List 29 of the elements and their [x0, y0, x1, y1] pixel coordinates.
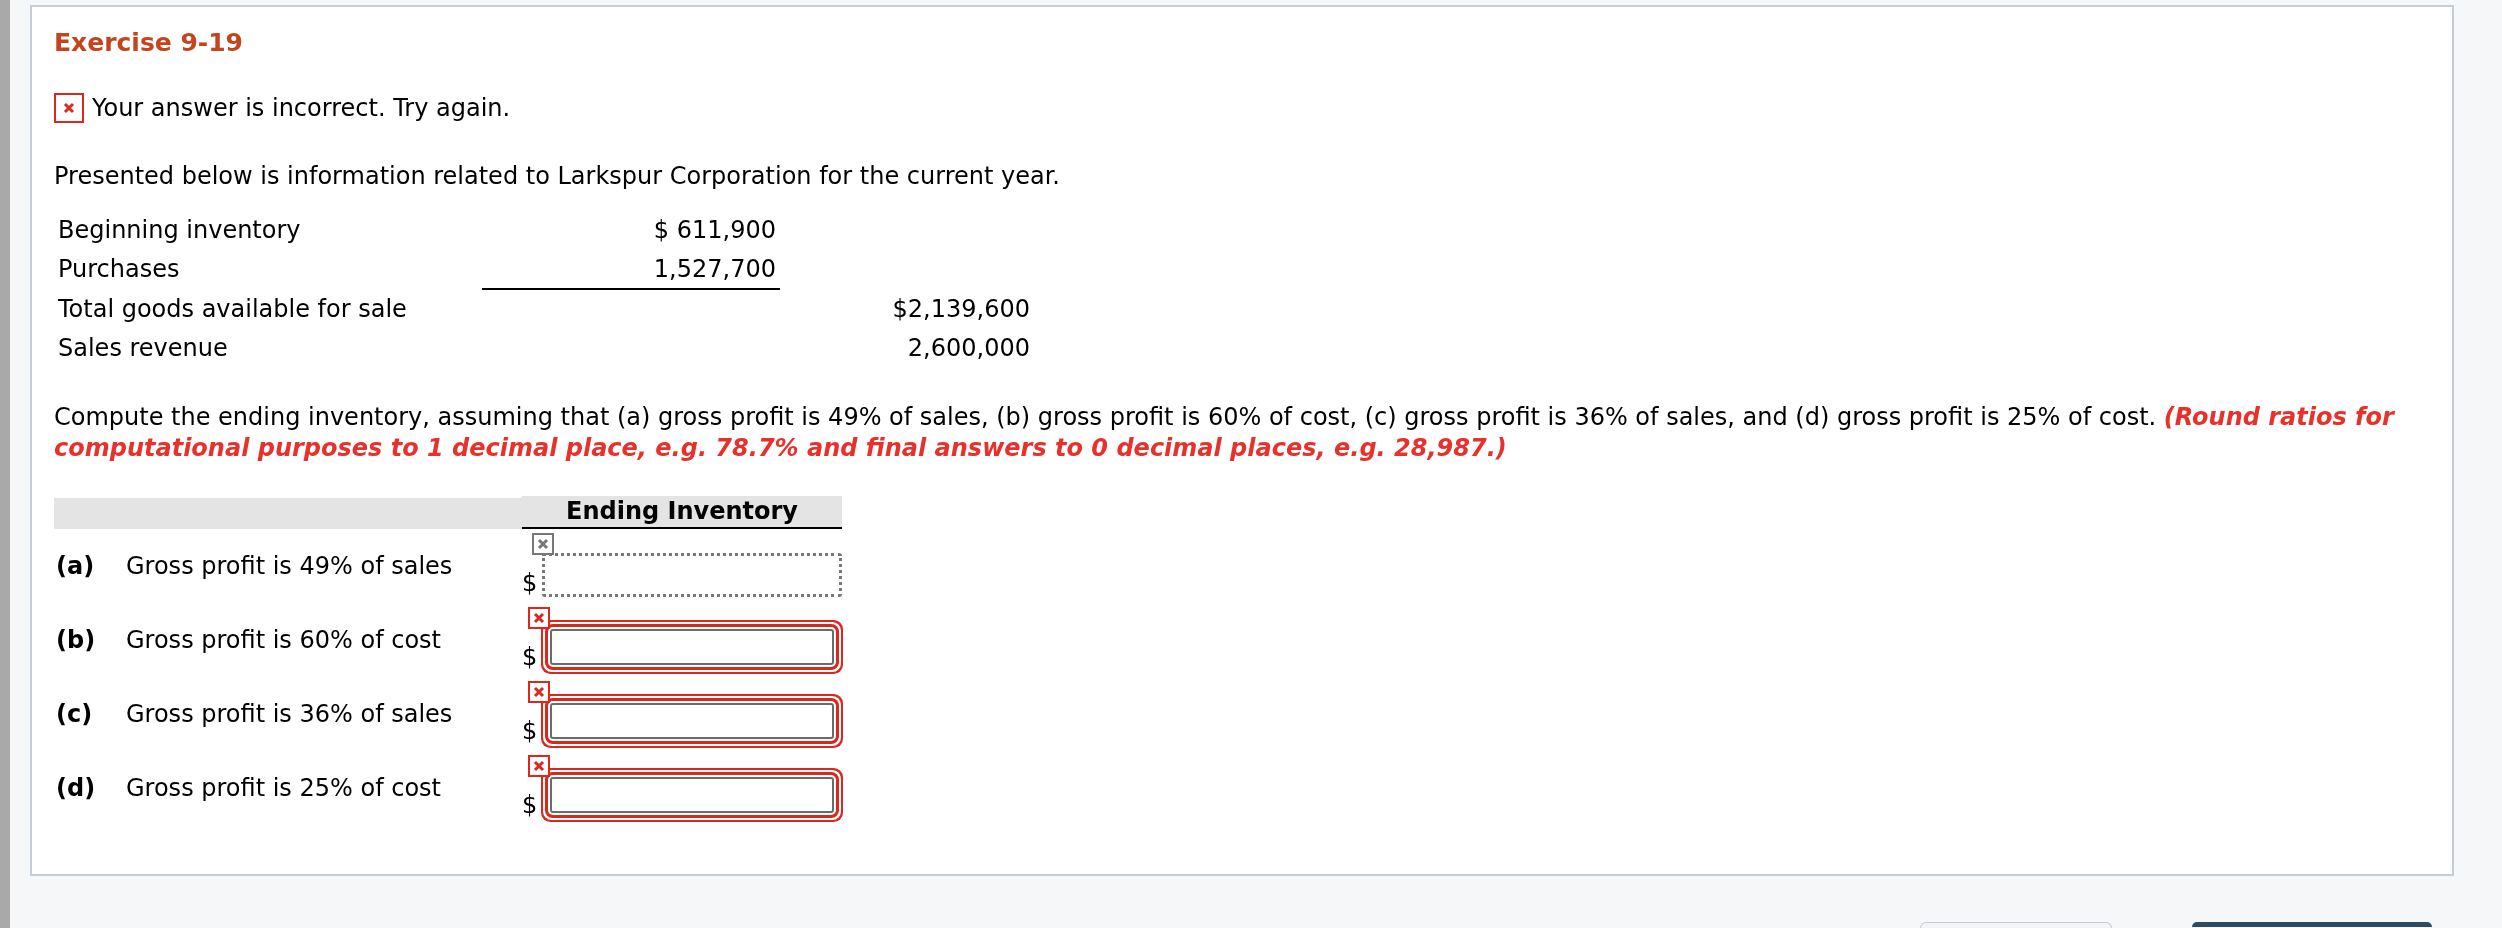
answer-field[interactable] [550, 777, 834, 813]
part-letter: (b) [55, 625, 97, 656]
row-label: Total goods available for sale [57, 294, 408, 325]
part-letter: (c) [55, 699, 94, 730]
currency-sign: $ [522, 793, 539, 817]
answer-field[interactable] [550, 629, 834, 665]
part-label: Gross profit is 36% of sales [125, 699, 454, 730]
amount: 2,600,000 [907, 333, 1030, 364]
amount: $2,139,600 [892, 294, 1030, 325]
amount: $ 611,900 [652, 215, 777, 246]
currency-sign: $ [522, 571, 539, 595]
exercise-title: Exercise 9-19 [54, 27, 244, 59]
part-label: Gross profit is 49% of sales [125, 551, 454, 582]
row-label: Beginning inventory [57, 215, 302, 246]
currency-sign: $ [522, 645, 539, 669]
row-label: Purchases [57, 254, 181, 285]
amount: 1,527,700 [482, 252, 780, 290]
answer-field[interactable] [542, 553, 842, 597]
feedback-message: Your answer is incorrect. Try again. [92, 94, 511, 122]
part-letter: (d) [55, 773, 97, 804]
row-label: Sales revenue [57, 333, 229, 364]
part-label: Gross profit is 60% of cost [125, 625, 442, 656]
instruction-text: Compute the ending inventory, assuming that (a) gross profit is 49% of sales, (b) gross profit is 60% of cost, (c) gross profit is 36% of sales, and (d) gross profit is 25% of cost. (Round ratios for computational purposes to 1 decimal place, e.g. 78.7% and final answers to 0 decimal places, e.g. 28,987.) [54, 402, 2396, 464]
part-letter: (a) [55, 551, 96, 582]
answer-field[interactable] [550, 703, 834, 739]
intro-text: Presented below is information related to Larkspur Corporation for the current year. [54, 161, 1061, 191]
currency-sign: $ [522, 719, 539, 743]
part-label: Gross profit is 25% of cost [125, 773, 442, 804]
column-header: Ending Inventory [522, 496, 842, 529]
